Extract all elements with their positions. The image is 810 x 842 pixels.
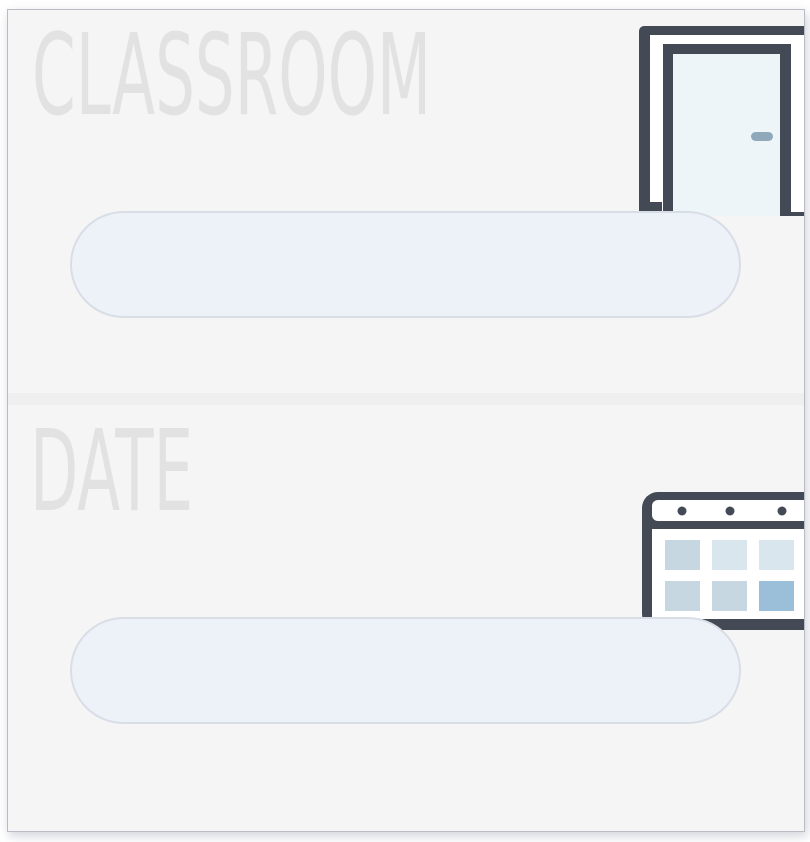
classroom-section: CLASSROOM	[8, 10, 804, 393]
form-card: CLASSROOM DATE	[7, 9, 805, 832]
section-divider	[8, 393, 804, 405]
date-input[interactable]	[70, 617, 741, 724]
calendar-icon	[642, 492, 804, 630]
date-section: DATE	[8, 405, 804, 831]
classroom-input[interactable]	[70, 211, 741, 318]
classroom-label: CLASSROOM	[32, 11, 432, 141]
door-icon	[617, 26, 804, 216]
date-label: DATE	[30, 407, 194, 537]
